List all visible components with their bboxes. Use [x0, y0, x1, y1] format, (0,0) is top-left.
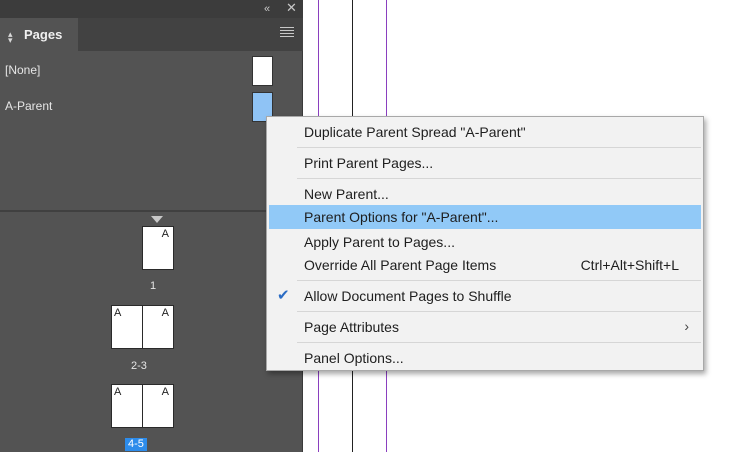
- menu-item-label: Allow Document Pages to Shuffle: [304, 288, 512, 304]
- pages-panel: « ✕ ▴ ▾ Pages [None] A-Parent A 1 A A 2-…: [0, 0, 303, 452]
- page-thumbnail-1[interactable]: A: [142, 226, 174, 270]
- panel-title-bar: « ✕: [0, 0, 303, 18]
- page-number-label[interactable]: 2-3: [131, 360, 147, 373]
- menu-item-label: Panel Options...: [304, 350, 404, 366]
- page-number-label-selected[interactable]: 4-5: [125, 438, 147, 451]
- parent-item-a-parent[interactable]: A-Parent: [0, 92, 303, 128]
- page-parent-letter: A: [114, 386, 122, 398]
- page-parent-letter: A: [161, 307, 169, 319]
- page-thumbnail-5[interactable]: A: [142, 384, 174, 428]
- menu-separator: [297, 280, 701, 281]
- menu-item-shortcut: Ctrl+Alt+Shift+L: [580, 257, 679, 273]
- menu-item-override-all-parent-page-items[interactable]: Override All Parent Page Items Ctrl+Alt+…: [269, 253, 701, 277]
- menu-item-apply-parent-to-pages[interactable]: Apply Parent to Pages...: [269, 230, 701, 254]
- menu-item-allow-document-pages-to-shuffle[interactable]: ✔ Allow Document Pages to Shuffle: [269, 284, 701, 308]
- double-chevron-left-icon[interactable]: «: [264, 2, 270, 16]
- expand-collapse-down-icon: ▾: [8, 35, 13, 45]
- current-page-indicator-icon: [151, 216, 163, 223]
- parent-context-menu: Duplicate Parent Spread "A-Parent" Print…: [266, 116, 704, 371]
- menu-item-label: Apply Parent to Pages...: [304, 234, 455, 250]
- menu-separator: [297, 311, 701, 312]
- menu-item-label: Parent Options for "A-Parent"...: [304, 209, 499, 225]
- parent-item-none[interactable]: [None]: [0, 56, 303, 92]
- menu-separator: [297, 147, 701, 148]
- parent-item-label: A-Parent: [5, 99, 53, 113]
- tab-pages-label: Pages: [24, 27, 63, 42]
- menu-item-label: Override All Parent Page Items: [304, 257, 497, 273]
- page-thumbnail-2[interactable]: A: [111, 305, 143, 349]
- parent-thumbnail-none[interactable]: [252, 56, 273, 86]
- page-parent-letter: A: [114, 307, 122, 319]
- menu-item-duplicate-parent-spread[interactable]: Duplicate Parent Spread "A-Parent": [269, 120, 701, 144]
- menu-item-print-parent-pages[interactable]: Print Parent Pages...: [269, 151, 701, 175]
- panel-tab-row: ▴ ▾ Pages: [0, 18, 303, 51]
- menu-item-label: New Parent...: [304, 186, 389, 202]
- menu-item-label: Duplicate Parent Spread "A-Parent": [304, 124, 526, 140]
- menu-item-page-attributes[interactable]: Page Attributes ›: [269, 315, 701, 339]
- page-thumbnail-3[interactable]: A: [142, 305, 174, 349]
- menu-item-panel-options[interactable]: Panel Options...: [269, 346, 701, 370]
- menu-item-label: Page Attributes: [304, 319, 399, 335]
- parent-item-label: [None]: [5, 63, 41, 77]
- menu-separator: [297, 342, 701, 343]
- page-number-label[interactable]: 1: [150, 280, 156, 293]
- close-icon[interactable]: ✕: [286, 1, 297, 15]
- checkmark-icon: ✔: [277, 287, 290, 304]
- menu-item-parent-options[interactable]: Parent Options for "A-Parent"...: [269, 205, 701, 229]
- menu-item-new-parent[interactable]: New Parent...: [269, 182, 701, 206]
- menu-separator: [297, 178, 701, 179]
- panel-section-divider[interactable]: [0, 210, 303, 212]
- chevron-right-icon: ›: [684, 318, 689, 334]
- page-parent-letter: A: [161, 228, 169, 240]
- page-parent-letter: A: [161, 386, 169, 398]
- page-thumbnail-4[interactable]: A: [111, 384, 143, 428]
- hamburger-menu-icon[interactable]: [280, 27, 294, 39]
- menu-item-label: Print Parent Pages...: [304, 155, 434, 171]
- tab-pages[interactable]: ▴ ▾ Pages: [0, 18, 78, 51]
